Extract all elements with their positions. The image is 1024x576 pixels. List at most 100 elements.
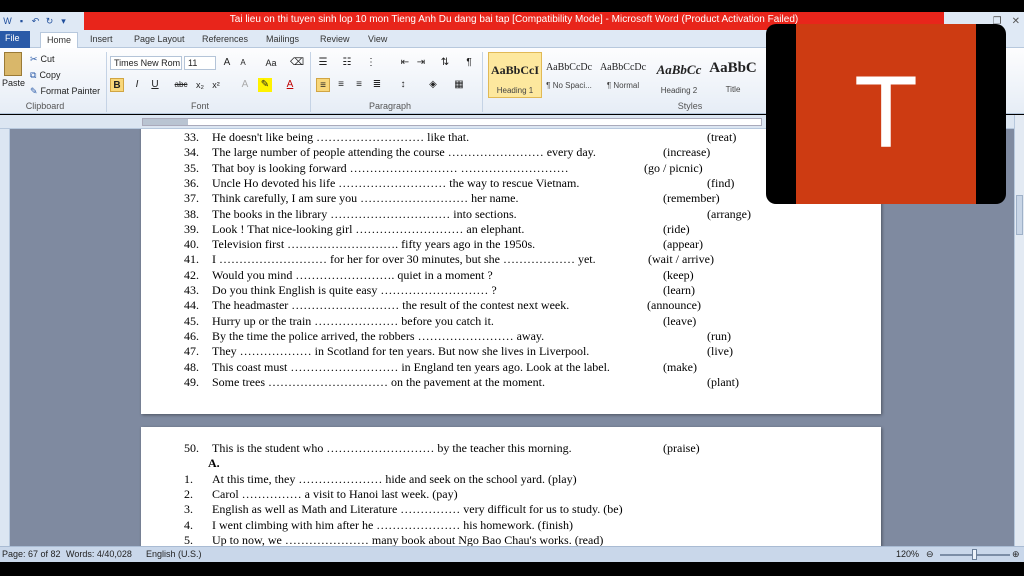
style-heading-1[interactable]: AaBbCcI Heading 1 xyxy=(488,52,542,98)
font-name-combo[interactable]: Times New Rom xyxy=(110,56,182,70)
line-text: Think carefully, I am sure you ………………………… xyxy=(212,191,519,206)
style-no-spacing[interactable]: AaBbCcDc ¶ No Spaci... xyxy=(542,52,596,98)
font-color-button[interactable]: A xyxy=(283,78,297,92)
copy-button[interactable]: ⧉ Copy xyxy=(30,70,60,81)
style-normal[interactable]: AaBbCcDc ¶ Normal xyxy=(596,52,650,98)
decrease-indent-icon[interactable]: ⇤ xyxy=(398,56,412,70)
verb-hint: (make) xyxy=(663,359,697,374)
vertical-ruler[interactable] xyxy=(0,129,10,546)
tab-insert[interactable]: Insert xyxy=(84,32,119,48)
document-line: 45. Hurry up or the train ………………… before … xyxy=(141,314,881,329)
verb-hint: (learn) xyxy=(663,283,695,297)
zoom-level[interactable]: 120% xyxy=(896,549,919,559)
styles-group-label: Styles xyxy=(677,101,703,111)
shading-icon[interactable]: ◈ xyxy=(426,78,440,92)
close-icon[interactable]: ✕ xyxy=(1012,16,1020,27)
clipboard-icon xyxy=(4,52,22,76)
verb-hint: (arrange) xyxy=(707,206,751,221)
bullets-icon[interactable]: ☰ xyxy=(316,56,330,70)
style-title[interactable]: AaBbC Title xyxy=(706,52,760,98)
scrollbar-thumb[interactable] xyxy=(1016,195,1023,235)
sort-icon[interactable]: ⇅ xyxy=(438,56,452,70)
grow-font-button[interactable]: A xyxy=(220,56,234,70)
word-count[interactable]: Words: 4/40,028 xyxy=(66,549,132,559)
font-size-combo[interactable]: 11 xyxy=(184,56,216,70)
zoom-out-icon[interactable]: ⊖ xyxy=(926,549,934,560)
borders-icon[interactable]: ▦ xyxy=(452,78,466,92)
line-number: 5. xyxy=(184,532,193,546)
zoom-in-icon[interactable]: ⊕ xyxy=(1012,549,1020,560)
paintbrush-icon: ✎ xyxy=(30,86,38,96)
line-spacing-icon[interactable]: ↕ xyxy=(396,78,410,92)
tab-home[interactable]: Home xyxy=(40,32,79,48)
verb-hint: (plant) xyxy=(707,374,739,389)
customize-qat-icon[interactable]: ▾ xyxy=(58,16,69,27)
zoom-slider-thumb[interactable] xyxy=(972,549,977,560)
scissors-icon: ✂ xyxy=(30,54,38,64)
undo-icon[interactable]: ↶ xyxy=(30,16,41,27)
highlight-icon[interactable]: ✎ xyxy=(258,78,272,92)
superscript-button[interactable]: x² xyxy=(209,78,223,92)
quick-access-toolbar: W ▪ ↶ ↻ ▾ xyxy=(0,12,69,30)
style-heading-2[interactable]: AaBbCc Heading 2 xyxy=(652,52,706,98)
show-formatting-icon[interactable]: ¶ xyxy=(462,56,476,70)
line-text: By the time the police arrived, the robb… xyxy=(212,328,545,343)
font-group-label: Font xyxy=(190,101,209,111)
increase-indent-icon[interactable]: ⇥ xyxy=(414,56,428,70)
shrink-font-button[interactable]: A xyxy=(236,56,250,70)
line-number: 41. xyxy=(184,252,199,267)
tab-page-layout[interactable]: Page Layout xyxy=(128,32,191,48)
line-number: 36. xyxy=(184,175,199,190)
tab-review[interactable]: Review xyxy=(314,32,356,48)
underline-button[interactable]: U xyxy=(148,78,162,92)
group-separator xyxy=(482,52,483,112)
cut-button[interactable]: ✂ Cut xyxy=(30,54,55,65)
line-number: 2. xyxy=(184,486,193,501)
align-center-icon[interactable]: ≡ xyxy=(334,78,348,92)
document-line: 2. Carol …………… a visit to Hanoi last week… xyxy=(141,487,881,502)
verb-hint: (ride) xyxy=(663,221,690,236)
line-number: 1. xyxy=(184,471,193,486)
line-number: 34. xyxy=(184,145,199,160)
word-icon[interactable]: W xyxy=(2,16,13,27)
align-left-icon[interactable]: ≡ xyxy=(316,78,330,92)
multilevel-list-icon[interactable]: ⋮ xyxy=(364,56,378,70)
tab-file[interactable]: File xyxy=(0,31,30,48)
clear-formatting-icon[interactable]: ⌫ xyxy=(290,56,304,70)
line-number: 43. xyxy=(184,283,199,297)
vertical-scrollbar[interactable] xyxy=(1014,115,1024,546)
line-number: 33. xyxy=(184,130,199,144)
line-text: Uncle Ho devoted his life ……………………… the … xyxy=(212,175,580,190)
change-case-button[interactable]: Aa xyxy=(262,56,280,70)
document-line: 3. English as well as Math and Literature… xyxy=(141,502,881,517)
save-icon[interactable]: ▪ xyxy=(16,16,27,27)
strikethrough-button[interactable]: abc xyxy=(172,78,190,92)
line-number: 35. xyxy=(184,160,199,175)
line-text: Hurry up or the train ………………… before you… xyxy=(212,313,494,328)
document-page[interactable]: 50. This is the student who ……………………… by … xyxy=(141,427,881,546)
text-effects-icon[interactable]: A xyxy=(238,78,252,92)
page-count[interactable]: Page: 67 of 82 xyxy=(2,549,61,559)
subscript-button[interactable]: x₂ xyxy=(193,78,207,92)
verb-hint: (find) xyxy=(707,175,735,190)
document-line: 48. This coast must ……………………… in England … xyxy=(141,360,881,375)
tab-references[interactable]: References xyxy=(196,32,254,48)
language-status[interactable]: English (U.S.) xyxy=(146,549,202,559)
tab-mailings[interactable]: Mailings xyxy=(260,32,305,48)
paste-button[interactable]: Paste xyxy=(2,52,25,92)
copy-icon: ⧉ xyxy=(30,70,37,80)
document-line: 43. Do you think English is quite easy ……… xyxy=(141,283,881,298)
format-painter-button[interactable]: ✎ Format Painter xyxy=(30,86,100,97)
tab-view[interactable]: View xyxy=(362,32,393,48)
italic-button[interactable]: I xyxy=(130,78,144,92)
verb-hint: (treat) xyxy=(707,130,737,144)
redo-icon[interactable]: ↻ xyxy=(44,16,55,27)
line-text: Would you mind ……………………. quiet in a mome… xyxy=(212,267,493,282)
numbering-icon[interactable]: ☷ xyxy=(340,56,354,70)
justify-icon[interactable]: ≣ xyxy=(370,78,384,92)
document-line: 49. Some trees ………………………… on the pavement… xyxy=(141,375,881,390)
document-line: 42. Would you mind ……………………. quiet in a m… xyxy=(141,268,881,283)
line-number: 44. xyxy=(184,298,199,313)
bold-button[interactable]: B xyxy=(110,78,124,92)
align-right-icon[interactable]: ≡ xyxy=(352,78,366,92)
